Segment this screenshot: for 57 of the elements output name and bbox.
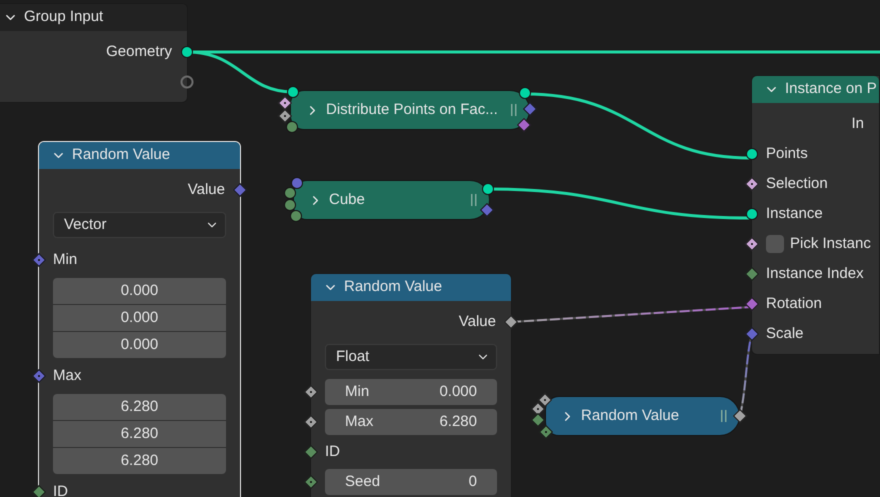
socket-icon[interactable] (530, 402, 546, 416)
node-title: Random Value (72, 145, 170, 166)
socket-label: Value (188, 180, 225, 200)
socket-icon[interactable] (530, 412, 546, 428)
socket-icon[interactable] (746, 148, 758, 160)
number-field[interactable]: Seed 0 (325, 469, 497, 495)
number-field[interactable]: Max 6.280 (325, 409, 497, 435)
node-title: Random Value (344, 277, 442, 298)
node-title: Cube (329, 190, 365, 210)
type-dropdown[interactable]: Float (325, 344, 497, 370)
socket-icon[interactable] (290, 210, 302, 222)
node-title: Group Input (24, 7, 104, 28)
node-title: Distribute Points on Fac... (326, 100, 498, 120)
socket-label: Scale (766, 324, 804, 344)
node-header[interactable]: Random Value (39, 142, 240, 169)
node-header[interactable]: Group Input (0, 4, 187, 31)
node-title: Random Value (581, 406, 680, 426)
socket-icon[interactable] (746, 208, 758, 220)
socket-icon[interactable] (286, 121, 298, 133)
socket-label: ID (53, 482, 68, 497)
socket-icon[interactable] (284, 199, 296, 211)
number-field[interactable]: 0.000 (53, 305, 226, 331)
collapsed-node[interactable]: Cube (293, 180, 490, 220)
type-dropdown[interactable]: Vector (53, 212, 226, 238)
socket-label: Value (458, 312, 496, 332)
checkbox-label: Pick Instanc (790, 234, 871, 254)
socket-label: Instance (766, 204, 823, 224)
socket-icon[interactable] (287, 86, 299, 98)
number-field[interactable]: Min 0.000 (325, 379, 497, 405)
socket-label: Selection (766, 174, 828, 194)
socket-label: ID (325, 442, 340, 462)
number-field[interactable]: 0.000 (53, 278, 226, 304)
socket-icon[interactable] (482, 183, 494, 195)
number-field[interactable]: 6.280 (53, 394, 226, 420)
socket-label: Points (766, 144, 808, 164)
grip-icon[interactable] (471, 194, 477, 206)
socket-label: Rotation (766, 294, 822, 314)
socket-label: Instance Index (766, 264, 864, 284)
checkbox[interactable] (766, 235, 784, 253)
socket-icon[interactable] (284, 187, 296, 199)
node-header[interactable]: Random Value (311, 274, 511, 301)
socket-label: In (851, 114, 864, 134)
number-field[interactable]: 6.280 (53, 448, 226, 474)
socket-icon[interactable] (519, 87, 531, 99)
collapsed-node[interactable]: Random Value (545, 396, 740, 436)
collapsed-node[interactable]: Distribute Points on Fac... (290, 90, 530, 130)
socket-label: Max (53, 366, 82, 386)
number-field[interactable]: 0.000 (53, 332, 226, 358)
socket-label: Geometry (106, 42, 172, 62)
grip-icon[interactable] (721, 410, 727, 422)
socket-icon[interactable] (181, 46, 193, 58)
socket-icon[interactable] (278, 96, 292, 110)
grip-icon[interactable] (511, 104, 517, 116)
node-title: Instance on P (785, 79, 877, 100)
socket-label: Min (53, 250, 78, 270)
node-header[interactable]: Instance on P (752, 76, 879, 103)
number-field[interactable]: 6.280 (53, 421, 226, 447)
